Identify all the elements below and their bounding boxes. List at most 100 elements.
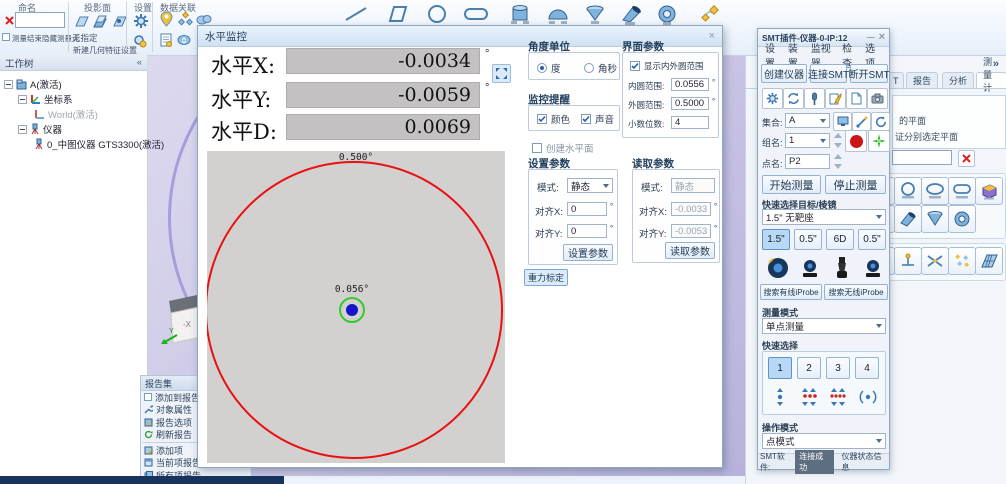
target-size-4-button[interactable]: 0.5" bbox=[858, 229, 886, 250]
name-input[interactable] bbox=[15, 12, 65, 28]
collapse-node-icon[interactable] bbox=[4, 80, 13, 89]
target-size-1-button[interactable]: 1.5" bbox=[762, 229, 790, 250]
point-name-input[interactable]: P2 bbox=[785, 154, 830, 169]
create-plane-row[interactable]: 创建水平面 bbox=[532, 141, 594, 155]
geometry-ellipse-button[interactable] bbox=[921, 177, 949, 205]
smt-camera-button[interactable] bbox=[867, 88, 888, 109]
prism-mounted-button[interactable] bbox=[795, 253, 824, 282]
mode-select[interactable]: 静态 bbox=[567, 178, 613, 193]
smt-sync-button[interactable] bbox=[783, 88, 804, 109]
create-polygon-button[interactable] bbox=[381, 2, 413, 26]
align-y-input[interactable]: 0 bbox=[567, 224, 607, 238]
color-checkbox-row[interactable]: 颜色 bbox=[537, 112, 570, 126]
construct-plane-button[interactable] bbox=[975, 247, 1003, 275]
settings-tools-button[interactable] bbox=[130, 31, 150, 51]
degree-radio[interactable] bbox=[537, 63, 547, 73]
tree-node-device[interactable]: 0_中图仪器 GTS3300(激活) bbox=[34, 137, 164, 151]
disconnect-smt-button[interactable]: 断开SMT bbox=[850, 64, 888, 83]
tree-node-coords[interactable]: 坐标系 bbox=[18, 92, 73, 106]
construct-point-line-button[interactable] bbox=[894, 247, 922, 275]
tab-report[interactable]: 报告 bbox=[906, 72, 938, 88]
quick-1-button[interactable]: 1 bbox=[768, 357, 792, 379]
feature-name-input[interactable] bbox=[892, 150, 952, 165]
quick-3-button[interactable]: 3 bbox=[826, 357, 850, 379]
smt-probe-button[interactable] bbox=[804, 88, 825, 109]
geometry-circle-button[interactable] bbox=[894, 177, 922, 205]
laser-pointer-button[interactable] bbox=[868, 130, 890, 152]
outer-range-input[interactable]: 0.5000 bbox=[671, 97, 709, 110]
create-instrument-button[interactable]: 创建仪器 bbox=[761, 64, 807, 83]
tree-node-world[interactable]: World(激活) bbox=[34, 107, 98, 121]
start-measure-button[interactable]: 开始测量 bbox=[762, 175, 821, 194]
location-pin-button[interactable] bbox=[156, 9, 176, 29]
create-slot-button[interactable] bbox=[459, 2, 493, 26]
target-select[interactable]: 1.5" 无靶座 bbox=[762, 209, 886, 225]
smt-settings-button[interactable] bbox=[762, 88, 783, 109]
sound-checkbox[interactable] bbox=[581, 114, 591, 124]
tab-analysis[interactable]: 分析 bbox=[942, 72, 974, 88]
close-icon[interactable]: × bbox=[709, 31, 715, 42]
search-wired-iprobe-button[interactable]: 搜索有线iProbe bbox=[760, 284, 822, 300]
op-mode-select[interactable]: 点模式 bbox=[762, 433, 886, 449]
pointing-tool-button[interactable] bbox=[852, 112, 871, 131]
collapse-node-icon[interactable] bbox=[18, 95, 27, 104]
create-circle-button[interactable] bbox=[421, 2, 453, 26]
smt-document-button[interactable] bbox=[846, 88, 867, 109]
prism-sphere-button[interactable] bbox=[763, 253, 792, 282]
point-spinner[interactable] bbox=[833, 153, 843, 170]
show-range-row[interactable]: 显示内外圆范围 bbox=[630, 60, 704, 72]
measure-mode-select[interactable]: 单点测量 bbox=[762, 318, 886, 334]
remote-display-button[interactable] bbox=[833, 112, 852, 131]
geometry-slot-button[interactable] bbox=[948, 177, 976, 205]
arcsec-radio-row[interactable]: 角秒 bbox=[584, 61, 617, 75]
projection-plane-button[interactable] bbox=[71, 11, 91, 31]
prism-mounted2-button[interactable] bbox=[858, 253, 887, 282]
nav-cube[interactable]: -X Y bbox=[161, 293, 201, 351]
data-association-button[interactable] bbox=[175, 9, 195, 29]
settings-gear-button[interactable] bbox=[130, 10, 152, 32]
align-x-input[interactable]: 0 bbox=[567, 202, 607, 216]
hide-points-checkbox[interactable] bbox=[2, 33, 10, 41]
arcsec-radio[interactable] bbox=[584, 63, 594, 73]
collapse-node-icon[interactable] bbox=[18, 125, 27, 134]
tab-measure-plan[interactable]: 测量计划 bbox=[976, 72, 1006, 88]
inner-range-input[interactable]: 0.0556 bbox=[671, 78, 709, 91]
tree-node-root[interactable]: A(激活) bbox=[4, 77, 62, 91]
geometry-cone-button[interactable] bbox=[921, 205, 949, 233]
group-select[interactable]: 1 bbox=[785, 133, 830, 148]
create-plane-checkbox[interactable] bbox=[532, 143, 542, 153]
color-checkbox[interactable] bbox=[537, 114, 547, 124]
group-spinner[interactable] bbox=[833, 132, 843, 149]
search-wireless-iprobe-button[interactable]: 搜索无线iProbe bbox=[824, 284, 888, 300]
refresh-target-button[interactable] bbox=[871, 112, 890, 131]
probe-device-button[interactable] bbox=[827, 253, 856, 282]
tree-node-instrument[interactable]: 仪器 bbox=[18, 122, 62, 136]
degree-radio-row[interactable]: 度 bbox=[537, 61, 561, 75]
set-params-button[interactable]: 设置参数 bbox=[563, 244, 613, 261]
show-range-checkbox[interactable] bbox=[630, 61, 640, 71]
geometry-cube-button[interactable] bbox=[975, 177, 1003, 205]
quick-4-button[interactable]: 4 bbox=[855, 357, 879, 379]
expand-view-button[interactable] bbox=[492, 64, 511, 83]
decimals-input[interactable]: 4 bbox=[671, 116, 709, 129]
sound-checkbox-row[interactable]: 声音 bbox=[581, 112, 614, 126]
clear-name-button[interactable] bbox=[2, 13, 16, 27]
connect-smt-button[interactable]: 连接SMT bbox=[810, 64, 847, 83]
instrument-status-tab[interactable]: 仪器状态信息 bbox=[842, 451, 887, 473]
quick-2-button[interactable]: 2 bbox=[797, 357, 821, 379]
target-size-3-button[interactable]: 6D bbox=[826, 229, 854, 250]
checkbox-icon[interactable] bbox=[144, 393, 152, 401]
record-measure-button[interactable] bbox=[845, 130, 867, 152]
geometry-torus-button[interactable] bbox=[948, 205, 976, 233]
gravity-calibration-button[interactable]: 重力标定 bbox=[524, 269, 568, 286]
projection-plane2-button[interactable] bbox=[90, 11, 110, 31]
geometry-tilted-cylinder-button[interactable] bbox=[894, 205, 922, 233]
smt-edit-button[interactable] bbox=[825, 88, 846, 109]
construct-point-cloud-button[interactable] bbox=[948, 247, 976, 275]
document-export-button[interactable] bbox=[156, 30, 176, 50]
construct-intersection-button[interactable] bbox=[921, 247, 949, 275]
collection-select[interactable]: A bbox=[785, 113, 830, 128]
stop-measure-button[interactable]: 停止测量 bbox=[825, 175, 886, 194]
clear-feature-button[interactable] bbox=[958, 150, 975, 167]
create-line-button[interactable] bbox=[340, 2, 372, 26]
